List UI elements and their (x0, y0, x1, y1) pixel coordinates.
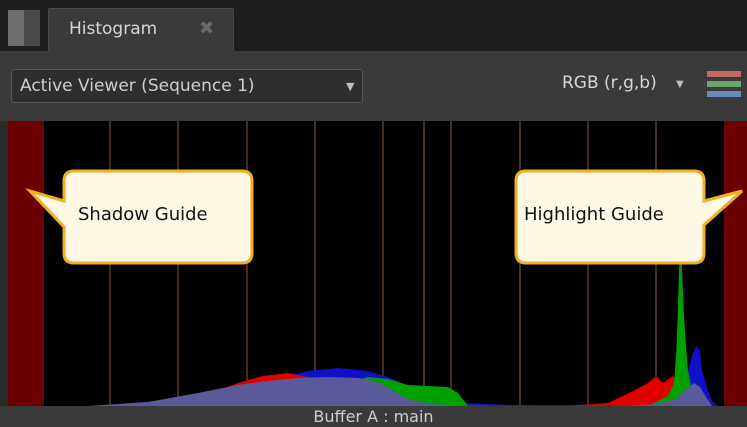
status-bar: Buffer A : main (0, 406, 747, 427)
chevron-down-icon: ▼ (676, 79, 684, 90)
viewer-dropdown[interactable]: Active Viewer (Sequence 1) ▼ (11, 69, 363, 103)
shadow-guide-callout: Shadow Guide (26, 165, 256, 269)
tab-bar: Histogram ✖ (0, 0, 747, 51)
viewer-dropdown-label: Active Viewer (Sequence 1) (20, 76, 255, 96)
channel-color-icon[interactable] (707, 69, 741, 99)
toolbar: Active Viewer (Sequence 1) ▼ RGB (r,g,b)… (0, 51, 747, 121)
histogram-panel: Histogram ✖ Active Viewer (Sequence 1) ▼… (0, 0, 747, 427)
close-icon[interactable]: ✖ (199, 18, 214, 39)
highlight-guide-label: Highlight Guide (524, 204, 664, 225)
chevron-down-icon: ▼ (346, 80, 355, 93)
tab-label: Histogram (69, 19, 158, 39)
histogram-graph[interactable]: Shadow Guide Highlight Guide (8, 121, 747, 406)
tab-histogram[interactable]: Histogram ✖ (48, 8, 234, 51)
shadow-guide-label: Shadow Guide (78, 204, 208, 225)
buffer-label: Buffer A : main (313, 407, 434, 426)
highlight-guide-callout: Highlight Guide (508, 165, 746, 269)
panel-menu-icon[interactable] (8, 10, 40, 46)
channel-dropdown-label: RGB (r,g,b) (562, 73, 657, 93)
channel-dropdown[interactable]: RGB (r,g,b) ▼ (562, 73, 690, 99)
